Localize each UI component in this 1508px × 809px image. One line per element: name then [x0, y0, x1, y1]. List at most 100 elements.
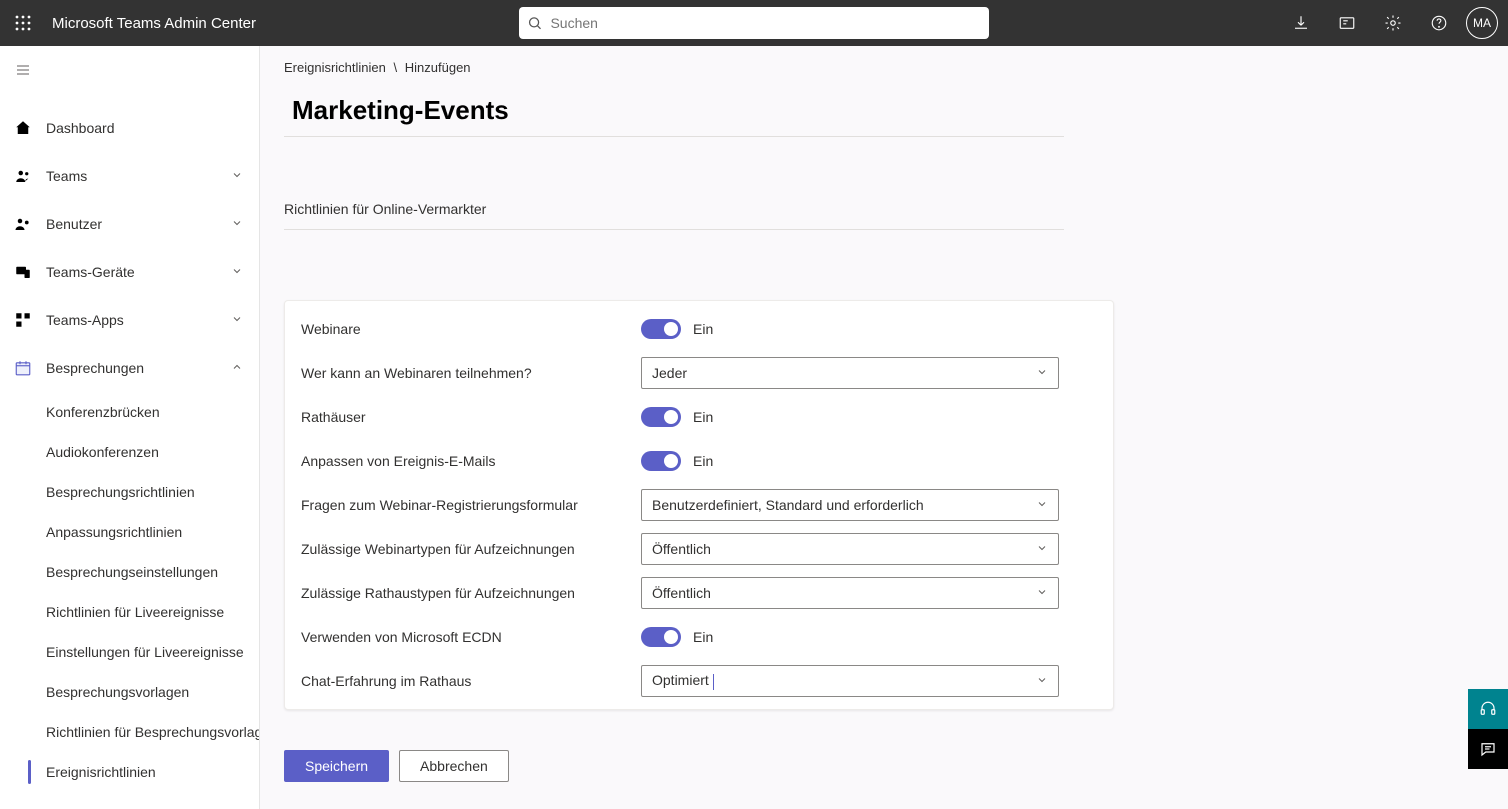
setting-label: Chat-Erfahrung im Rathaus — [301, 673, 641, 689]
sidebar-item-teams-geräte[interactable]: Teams-Geräte — [0, 248, 259, 296]
content-area: Ereignisrichtlinien \ Hinzufügen Marketi… — [260, 46, 1508, 809]
sidebar-subitem[interactable]: Besprechungsrichtlinien — [0, 472, 259, 512]
calendar-icon — [0, 359, 46, 377]
sidebar-item-label: Dashboard — [46, 120, 245, 136]
chevron-down-icon — [231, 168, 245, 184]
setting-row: Wer kann an Webinaren teilnehmen? Jeder — [285, 351, 1113, 395]
setting-row: Zulässige Rathaustypen für Aufzeichnunge… — [285, 571, 1113, 615]
app-title: Microsoft Teams Admin Center — [52, 15, 256, 32]
divider — [284, 136, 1064, 137]
setting-label: Rathäuser — [301, 409, 641, 425]
sidebar-subitem[interactable]: Ereignisrichtlinien — [0, 752, 259, 792]
setting-label: Webinare — [301, 321, 641, 337]
sidebar-subitem[interactable]: Besprechungsvorlagen — [0, 672, 259, 712]
breadcrumb-current: Hinzufügen — [405, 60, 471, 75]
sidebar-item-besprechungen[interactable]: Besprechungen — [0, 344, 259, 392]
nav-toggle-icon[interactable] — [0, 46, 46, 94]
toggle-switch[interactable] — [641, 627, 681, 647]
search-input[interactable] — [542, 15, 981, 31]
promo-icon[interactable] — [1324, 0, 1370, 46]
cancel-button[interactable]: Abbrechen — [399, 750, 509, 782]
chevron-down-icon — [231, 264, 245, 280]
feedback-chat-icon[interactable] — [1468, 729, 1508, 769]
home-icon — [0, 119, 46, 137]
global-header: Microsoft Teams Admin Center MA — [0, 0, 1508, 46]
settings-icon[interactable] — [1370, 0, 1416, 46]
download-icon[interactable] — [1278, 0, 1324, 46]
search-icon — [527, 15, 542, 31]
chevron-down-icon — [1036, 541, 1048, 557]
sidebar-subitem[interactable]: Anpassungsrichtlinien — [0, 512, 259, 552]
chevron-down-icon — [1036, 365, 1048, 381]
sidebar-subitem[interactable]: Konferenzbrücken — [0, 392, 259, 432]
setting-row: Fragen zum Webinar-Registrierungsformula… — [285, 483, 1113, 527]
help-icon[interactable] — [1416, 0, 1462, 46]
setting-row: Verwenden von Microsoft ECDN Ein — [285, 615, 1113, 659]
select-dropdown[interactable]: Benutzerdefiniert, Standard und erforder… — [641, 489, 1059, 521]
select-value: Öffentlich — [652, 541, 711, 557]
sidebar-item-teams[interactable]: Teams — [0, 152, 259, 200]
sidebar: Dashboard Teams Benutzer Teams-Geräte Te… — [0, 46, 260, 809]
toggle-state-label: Ein — [693, 629, 713, 645]
breadcrumb: Ereignisrichtlinien \ Hinzufügen — [260, 46, 1508, 85]
breadcrumb-separator: \ — [394, 60, 398, 75]
chevron-down-icon — [231, 312, 245, 328]
avatar-initials: MA — [1473, 16, 1491, 30]
toggle-state-label: Ein — [693, 453, 713, 469]
select-value: Jeder — [652, 365, 687, 381]
toggle-switch[interactable] — [641, 319, 681, 339]
chevron-down-icon — [1036, 585, 1048, 601]
sidebar-item-label: Benutzer — [46, 216, 231, 232]
save-button-label: Speichern — [305, 758, 368, 774]
app-launcher-icon[interactable] — [0, 0, 46, 46]
devices-icon — [0, 263, 46, 281]
chevron-down-icon — [1036, 673, 1048, 689]
select-dropdown[interactable]: Optimiert — [641, 665, 1059, 697]
apps-icon — [0, 311, 46, 329]
sidebar-subitem[interactable]: Audiokonferenzen — [0, 432, 259, 472]
select-value: Öffentlich — [652, 585, 711, 601]
users-icon — [0, 215, 46, 233]
sidebar-item-benutzer[interactable]: Benutzer — [0, 200, 259, 248]
sidebar-subitem[interactable]: Besprechungseinstellungen — [0, 552, 259, 592]
toggle-switch[interactable] — [641, 451, 681, 471]
setting-row: Chat-Erfahrung im RathausOptimiert — [285, 659, 1113, 703]
cancel-button-label: Abbrechen — [420, 758, 488, 774]
sidebar-item-label: Teams-Apps — [46, 312, 231, 328]
setting-label: Zulässige Webinartypen für Aufzeichnunge… — [301, 541, 641, 557]
setting-label: Anpassen von Ereignis-E-Mails — [301, 453, 641, 469]
setting-label: Fragen zum Webinar-Registrierungsformula… — [301, 497, 641, 513]
save-button[interactable]: Speichern — [284, 750, 389, 782]
header-actions: MA — [1278, 0, 1508, 46]
chevron-up-icon — [231, 360, 245, 376]
sidebar-subitem[interactable]: Einstellungen für Liveereignisse — [0, 632, 259, 672]
setting-label: Wer kann an Webinaren teilnehmen? — [301, 365, 641, 381]
sidebar-item-dashboard[interactable]: Dashboard — [0, 104, 259, 152]
divider — [284, 229, 1064, 230]
setting-row: Zulässige Webinartypen für Aufzeichnunge… — [285, 527, 1113, 571]
chevron-down-icon — [1036, 497, 1048, 513]
setting-label: Verwenden von Microsoft ECDN — [301, 629, 641, 645]
breadcrumb-parent[interactable]: Ereignisrichtlinien — [284, 60, 386, 75]
teams-icon — [0, 167, 46, 185]
settings-card: Webinare Ein Wer kann an Webinaren teilneh… — [284, 300, 1114, 710]
setting-label: Zulässige Rathaustypen für Aufzeichnunge… — [301, 585, 641, 601]
sidebar-item-label: Besprechungen — [46, 360, 231, 376]
select-value: Benutzerdefiniert, Standard und erforder… — [652, 497, 924, 513]
search-box[interactable] — [519, 7, 989, 39]
sidebar-subitem[interactable]: Richtlinien für Liveereignisse — [0, 592, 259, 632]
chevron-down-icon — [231, 216, 245, 232]
toggle-switch[interactable] — [641, 407, 681, 427]
select-dropdown[interactable]: Öffentlich — [641, 577, 1059, 609]
setting-row: Anpassen von Ereignis-E-Mails Ein — [285, 439, 1113, 483]
toggle-state-label: Ein — [693, 409, 713, 425]
floating-actions — [1468, 689, 1508, 769]
select-dropdown[interactable]: Jeder — [641, 357, 1059, 389]
setting-row: Rathäuser Ein — [285, 395, 1113, 439]
sidebar-item-teams-apps[interactable]: Teams-Apps — [0, 296, 259, 344]
support-headset-icon[interactable] — [1468, 689, 1508, 729]
sidebar-subitem[interactable]: Richtlinien für Besprechungsvorlagen — [0, 712, 259, 752]
avatar[interactable]: MA — [1466, 7, 1498, 39]
page-title: Marketing-Events — [284, 85, 1064, 136]
select-dropdown[interactable]: Öffentlich — [641, 533, 1059, 565]
